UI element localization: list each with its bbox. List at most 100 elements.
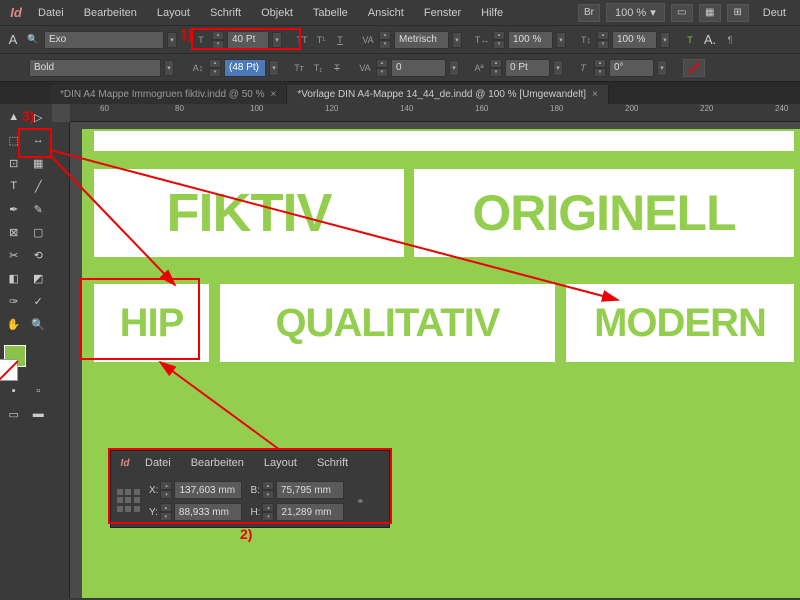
track-stepper[interactable]: ▴▾ (376, 59, 388, 77)
leading-field[interactable]: (48 Pt) (224, 59, 266, 77)
ruler-tick: 100 (250, 104, 263, 113)
white-bar-top[interactable] (94, 131, 794, 151)
zoom-level[interactable]: 100 %▾ (606, 3, 665, 22)
para-icon[interactable]: ¶ (722, 32, 738, 48)
view-mode-1[interactable]: ▭ (2, 403, 26, 425)
menu-schrift[interactable]: Schrift (202, 4, 249, 22)
hscale-icon: T↔ (474, 32, 490, 48)
baseline-field[interactable]: 0 Pt (505, 59, 550, 77)
underline-icon[interactable]: T (332, 32, 348, 48)
annotation-box-1 (191, 28, 301, 50)
track-dropdown[interactable]: ▾ (449, 60, 459, 76)
scissors-tool[interactable]: ✂ (2, 244, 26, 266)
kerning-field[interactable]: Metrisch (394, 31, 449, 49)
hscale-dropdown[interactable]: ▾ (556, 32, 566, 48)
box-qualitativ[interactable]: QUALITATIV (220, 284, 555, 362)
pencil-tool[interactable]: ✎ (27, 198, 51, 220)
ruler-tick: 220 (700, 104, 713, 113)
smallcaps-icon[interactable]: Tᴛ (291, 60, 307, 76)
zoom-tool[interactable]: 🔍 (27, 313, 51, 335)
text-qualitativ: QUALITATIV (275, 301, 499, 346)
font-dropdown[interactable]: ▾ (167, 32, 177, 48)
bridge-icon[interactable]: Br (578, 4, 600, 22)
main-menubar: Id Datei Bearbeiten Layout Schrift Objek… (0, 0, 800, 26)
text-modern: MODERN (594, 301, 766, 346)
apply-none[interactable]: ▫ (27, 380, 51, 402)
menu-ansicht[interactable]: Ansicht (360, 4, 412, 22)
weight-dropdown[interactable]: ▾ (164, 60, 174, 76)
stroke-swatch[interactable] (0, 359, 18, 381)
char-mode-icon[interactable]: A (4, 31, 22, 49)
menu-bearbeiten[interactable]: Bearbeiten (76, 4, 145, 22)
tab-1[interactable]: *DIN A4 Mappe Immogruen fiktiv.indd @ 50… (50, 85, 287, 104)
search-icon: 🔍 (25, 32, 41, 48)
gradient-tool[interactable]: ◧ (2, 267, 26, 289)
skew-field[interactable]: 0° (609, 59, 654, 77)
lang-label[interactable]: Deut (755, 4, 794, 22)
skew-dropdown[interactable]: ▾ (657, 60, 667, 76)
box-fiktiv[interactable]: FIKTIV (94, 169, 404, 257)
apply-color[interactable]: ▪ (2, 380, 26, 402)
eyedropper-tool[interactable]: ✓ (27, 290, 51, 312)
vscale-stepper[interactable]: ▴▾ (597, 31, 609, 49)
font-weight-field[interactable]: Bold (29, 59, 161, 77)
skew-icon: T (575, 60, 591, 76)
no-style-icon[interactable] (683, 59, 705, 77)
frame-tool[interactable]: ⊠ (2, 221, 26, 243)
fill-icon[interactable]: T (682, 32, 698, 48)
arrange-icon[interactable]: ⊞ (727, 4, 749, 22)
font-family-field[interactable]: Exo (44, 31, 164, 49)
annotation-label-1: 1) (180, 26, 192, 42)
tool-panel: ▲▷ ⬚↔ ⊡▦ T╱ ✒✎ ⊠▢ ✂⟲ ◧◩ ✑✓ ✋🔍 ▪▫ ▭▬ (0, 104, 52, 598)
baseline-dropdown[interactable]: ▾ (553, 60, 563, 76)
hscale-stepper[interactable]: ▴▾ (493, 31, 505, 49)
transform-tool[interactable]: ⟲ (27, 244, 51, 266)
tracking-field[interactable]: 0 (391, 59, 446, 77)
close-icon[interactable]: × (271, 89, 277, 100)
baseline-icon: Aª (471, 60, 487, 76)
box-originell[interactable]: ORIGINELL (414, 169, 794, 257)
skew-stepper[interactable]: ▴▾ (594, 59, 606, 77)
leading-dropdown[interactable]: ▾ (269, 60, 279, 76)
hscale-field[interactable]: 100 % (508, 31, 553, 49)
menu-tabelle[interactable]: Tabelle (305, 4, 356, 22)
tab-2[interactable]: *Vorlage DIN A4-Mappe 14_44_de.indd @ 10… (287, 85, 609, 104)
ruler-tick: 140 (400, 104, 413, 113)
menu-hilfe[interactable]: Hilfe (473, 4, 511, 22)
swatch-tool[interactable]: ◩ (27, 267, 51, 289)
tracking-icon: VA (357, 60, 373, 76)
menu-objekt[interactable]: Objekt (253, 4, 301, 22)
kern-dropdown[interactable]: ▾ (452, 32, 462, 48)
char-panel-icon[interactable]: A. (701, 31, 719, 49)
strike-icon[interactable]: T (329, 60, 345, 76)
close-icon[interactable]: × (592, 89, 598, 100)
pen-tool[interactable]: ✒ (2, 198, 26, 220)
view-icon[interactable]: ▭ (671, 4, 693, 22)
document-tabs: *DIN A4 Mappe Immogruen fiktiv.indd @ 50… (0, 82, 800, 104)
control-bar-2: Bold ▾ A↕ ▴▾ (48 Pt) ▾ Tᴛ T₁ T VA ▴▾ 0 ▾… (0, 54, 800, 82)
annotation-label-2: 2) (240, 526, 252, 542)
text-fiktiv: FIKTIV (167, 182, 332, 244)
menu-fenster[interactable]: Fenster (416, 4, 469, 22)
leading-stepper[interactable]: ▴▾ (209, 59, 221, 77)
baseline-stepper[interactable]: ▴▾ (490, 59, 502, 77)
vscale-dropdown[interactable]: ▾ (660, 32, 670, 48)
view-mode-2[interactable]: ▬ (27, 403, 51, 425)
vscale-field[interactable]: 100 % (612, 31, 657, 49)
box-modern[interactable]: MODERN (566, 284, 794, 362)
menu-datei[interactable]: Datei (30, 4, 72, 22)
kerning-icon: VA (360, 32, 376, 48)
type-tool[interactable]: T (2, 175, 26, 197)
tab-2-label: *Vorlage DIN A4-Mappe 14_44_de.indd @ 10… (297, 89, 586, 100)
hand-tool[interactable]: ✋ (2, 313, 26, 335)
rect-tool[interactable]: ▢ (27, 221, 51, 243)
line-tool[interactable]: ╱ (27, 175, 51, 197)
superscript-icon[interactable]: T¹ (313, 32, 329, 48)
note-tool[interactable]: ✑ (2, 290, 26, 312)
kern-stepper[interactable]: ▴▾ (379, 31, 391, 49)
vscale-icon: T↕ (578, 32, 594, 48)
screen-icon[interactable]: ▦ (699, 4, 721, 22)
menu-layout[interactable]: Layout (149, 4, 198, 22)
subscript-icon[interactable]: T₁ (310, 60, 326, 76)
control-bar-1: A 🔍 Exo ▾ T ▴▾ 40 Pt ▾ TT T¹ T VA ▴▾ Met… (0, 26, 800, 54)
